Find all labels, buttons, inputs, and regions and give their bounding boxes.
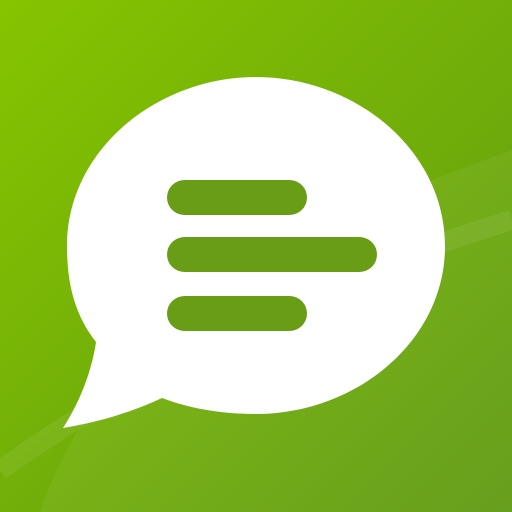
chat-line-2 — [167, 237, 377, 272]
app-icon[interactable] — [0, 0, 512, 512]
chat-line-3 — [167, 296, 307, 331]
chat-icon-artwork — [0, 0, 512, 512]
chat-line-1 — [167, 180, 307, 215]
